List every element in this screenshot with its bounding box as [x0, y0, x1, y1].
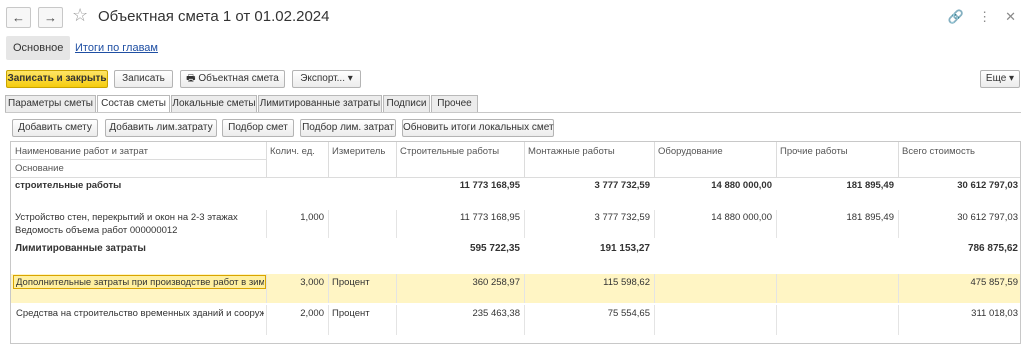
cell-divider — [328, 305, 329, 335]
select-limit-costs-button[interactable]: Подбор лим. затрат — [300, 119, 396, 137]
column-header-construction[interactable]: Строительные работы — [396, 142, 524, 177]
tab-signatures[interactable]: Подписи — [383, 95, 430, 113]
tab-estimate-parameters[interactable]: Параметры сметы — [5, 95, 96, 113]
column-header-other[interactable]: Прочие работы — [776, 142, 898, 177]
row-unit: Процент — [332, 308, 370, 319]
object-estimate-button[interactable]: 🖶 Объектная смета — [180, 70, 285, 88]
row-basis: Ведомость объема работ 000000012 — [15, 225, 178, 236]
row-equipment: 14 880 000,00 — [711, 212, 772, 223]
cell-divider — [776, 274, 777, 303]
row-installation: 191 153,27 — [599, 243, 650, 254]
column-header-basis[interactable]: Основание — [11, 159, 266, 177]
export-label: Экспорт... — [300, 73, 345, 84]
column-divider — [898, 142, 899, 177]
table-row[interactable]: Лимитированные затраты 595 722,35 191 15… — [11, 240, 1020, 274]
table-row[interactable]: Средства на строительство временных здан… — [11, 305, 1020, 335]
print-icon: 🖶 — [186, 73, 199, 84]
row-total: 786 875,62 — [967, 243, 1018, 254]
favorite-star-icon[interactable]: ☆ — [72, 5, 88, 26]
forward-button[interactable]: → — [38, 7, 63, 28]
row-qty: 1,000 — [300, 212, 324, 223]
back-button[interactable]: ← — [6, 7, 31, 28]
row-name: строительные работы — [15, 180, 122, 191]
nav-chapter-totals-link[interactable]: Итоги по главам — [75, 36, 158, 60]
estimate-table[interactable]: Наименование работ и затрат Основание Ко… — [10, 141, 1021, 344]
header-sub-divider — [11, 159, 266, 160]
column-divider — [654, 142, 655, 177]
nav-main[interactable]: Основное — [6, 36, 71, 60]
row-qty: 2,000 — [300, 308, 324, 319]
command-bar: Записать и закрыть Записать 🖶 Объектная … — [0, 70, 1024, 92]
column-divider — [776, 142, 777, 177]
more-actions-label: Еще — [985, 73, 1007, 84]
window-controls: 🔗 ⋮ ✕ — [948, 9, 1016, 25]
row-total: 475 857,59 — [970, 277, 1018, 288]
title-bar: ← → ☆ Объектная смета 1 от 01.02.2024 🔗 … — [0, 0, 1024, 34]
forward-arrow-icon: → — [44, 10, 57, 25]
page-title: Объектная смета 1 от 01.02.2024 — [98, 8, 330, 25]
row-name: Дополнительные затраты при производстве … — [16, 277, 264, 288]
add-limit-cost-button[interactable]: Добавить лим.затрату — [105, 119, 217, 137]
row-name: Лимитированные затраты — [15, 243, 146, 254]
chevron-down-icon: ▾ — [345, 73, 353, 84]
link-icon[interactable]: 🔗 — [948, 9, 964, 25]
back-arrow-icon: ← — [12, 10, 25, 25]
chevron-down-icon: ▾ — [1006, 73, 1015, 84]
column-header-total[interactable]: Всего стоимость — [898, 142, 1020, 177]
row-installation: 115 598,62 — [603, 277, 650, 288]
row-name: Средства на строительство временных здан… — [16, 308, 264, 319]
more-actions-button[interactable]: Еще ▾ — [980, 70, 1020, 88]
close-icon[interactable]: ✕ — [1005, 9, 1016, 25]
object-estimate-label: Объектная смета — [198, 73, 279, 84]
select-estimates-button[interactable]: Подбор смет — [222, 119, 294, 137]
row-other: 181 895,49 — [846, 180, 894, 191]
tab-estimate-composition[interactable]: Состав сметы — [97, 95, 170, 113]
column-divider — [266, 142, 267, 177]
column-header-installation[interactable]: Монтажные работы — [524, 142, 654, 177]
table-row[interactable]: строительные работы 11 773 168,95 3 777 … — [11, 178, 1020, 210]
row-total: 30 612 797,03 — [957, 212, 1018, 223]
tab-limited-costs[interactable]: Лимитированные затраты — [258, 95, 382, 113]
row-unit: Процент — [332, 277, 370, 288]
column-divider — [396, 142, 397, 177]
row-total: 30 612 797,03 — [957, 180, 1018, 191]
row-construction: 360 258,97 — [472, 277, 520, 288]
save-button[interactable]: Записать — [114, 70, 173, 88]
row-installation: 75 554,65 — [607, 308, 650, 319]
column-divider — [328, 142, 329, 177]
tab-other[interactable]: Прочее — [431, 95, 478, 113]
cell-divider — [328, 210, 329, 238]
row-construction: 11 773 168,95 — [459, 180, 520, 191]
cell-divider — [654, 305, 655, 335]
export-button[interactable]: Экспорт... ▾ — [292, 70, 361, 88]
update-local-totals-button[interactable]: Обновить итоги локальных смет — [402, 119, 554, 137]
row-installation: 3 777 732,59 — [594, 212, 650, 223]
row-total: 311 018,03 — [971, 308, 1018, 319]
row-equipment: 14 880 000,00 — [711, 180, 772, 191]
tab-local-estimates[interactable]: Локальные сметы — [171, 95, 257, 113]
table-row[interactable]: Устройство стен, перекрытий и окон на 2-… — [11, 210, 1020, 238]
cell-divider — [776, 305, 777, 335]
column-header-unit[interactable]: Измеритель — [328, 142, 396, 177]
table-toolbar: Добавить смету Добавить лим.затрату Подб… — [0, 119, 1024, 139]
column-header-name[interactable]: Наименование работ и затрат — [11, 142, 266, 160]
add-estimate-button[interactable]: Добавить смету — [12, 119, 98, 137]
table-row-selected[interactable]: Дополнительные затраты при производстве … — [11, 274, 1020, 303]
row-construction: 235 463,38 — [472, 308, 520, 319]
cell-divider — [654, 274, 655, 303]
cell-divider — [328, 274, 329, 303]
column-divider — [524, 142, 525, 177]
form-navigation: Основное Итоги по главам — [0, 36, 1024, 60]
column-header-equipment[interactable]: Оборудование — [654, 142, 776, 177]
save-and-close-button[interactable]: Записать и закрыть — [6, 70, 108, 88]
more-icon[interactable]: ⋮ — [978, 9, 991, 25]
tab-divider — [5, 112, 1021, 113]
row-other: 181 895,49 — [846, 212, 894, 223]
row-construction: 595 722,35 — [469, 243, 520, 254]
row-qty: 3,000 — [300, 277, 324, 288]
column-header-qty[interactable]: Колич. ед. — [266, 142, 328, 177]
row-name: Устройство стен, перекрытий и окон на 2-… — [15, 212, 238, 223]
row-construction: 11 773 168,95 — [459, 212, 520, 223]
row-installation: 3 777 732,59 — [594, 180, 650, 191]
